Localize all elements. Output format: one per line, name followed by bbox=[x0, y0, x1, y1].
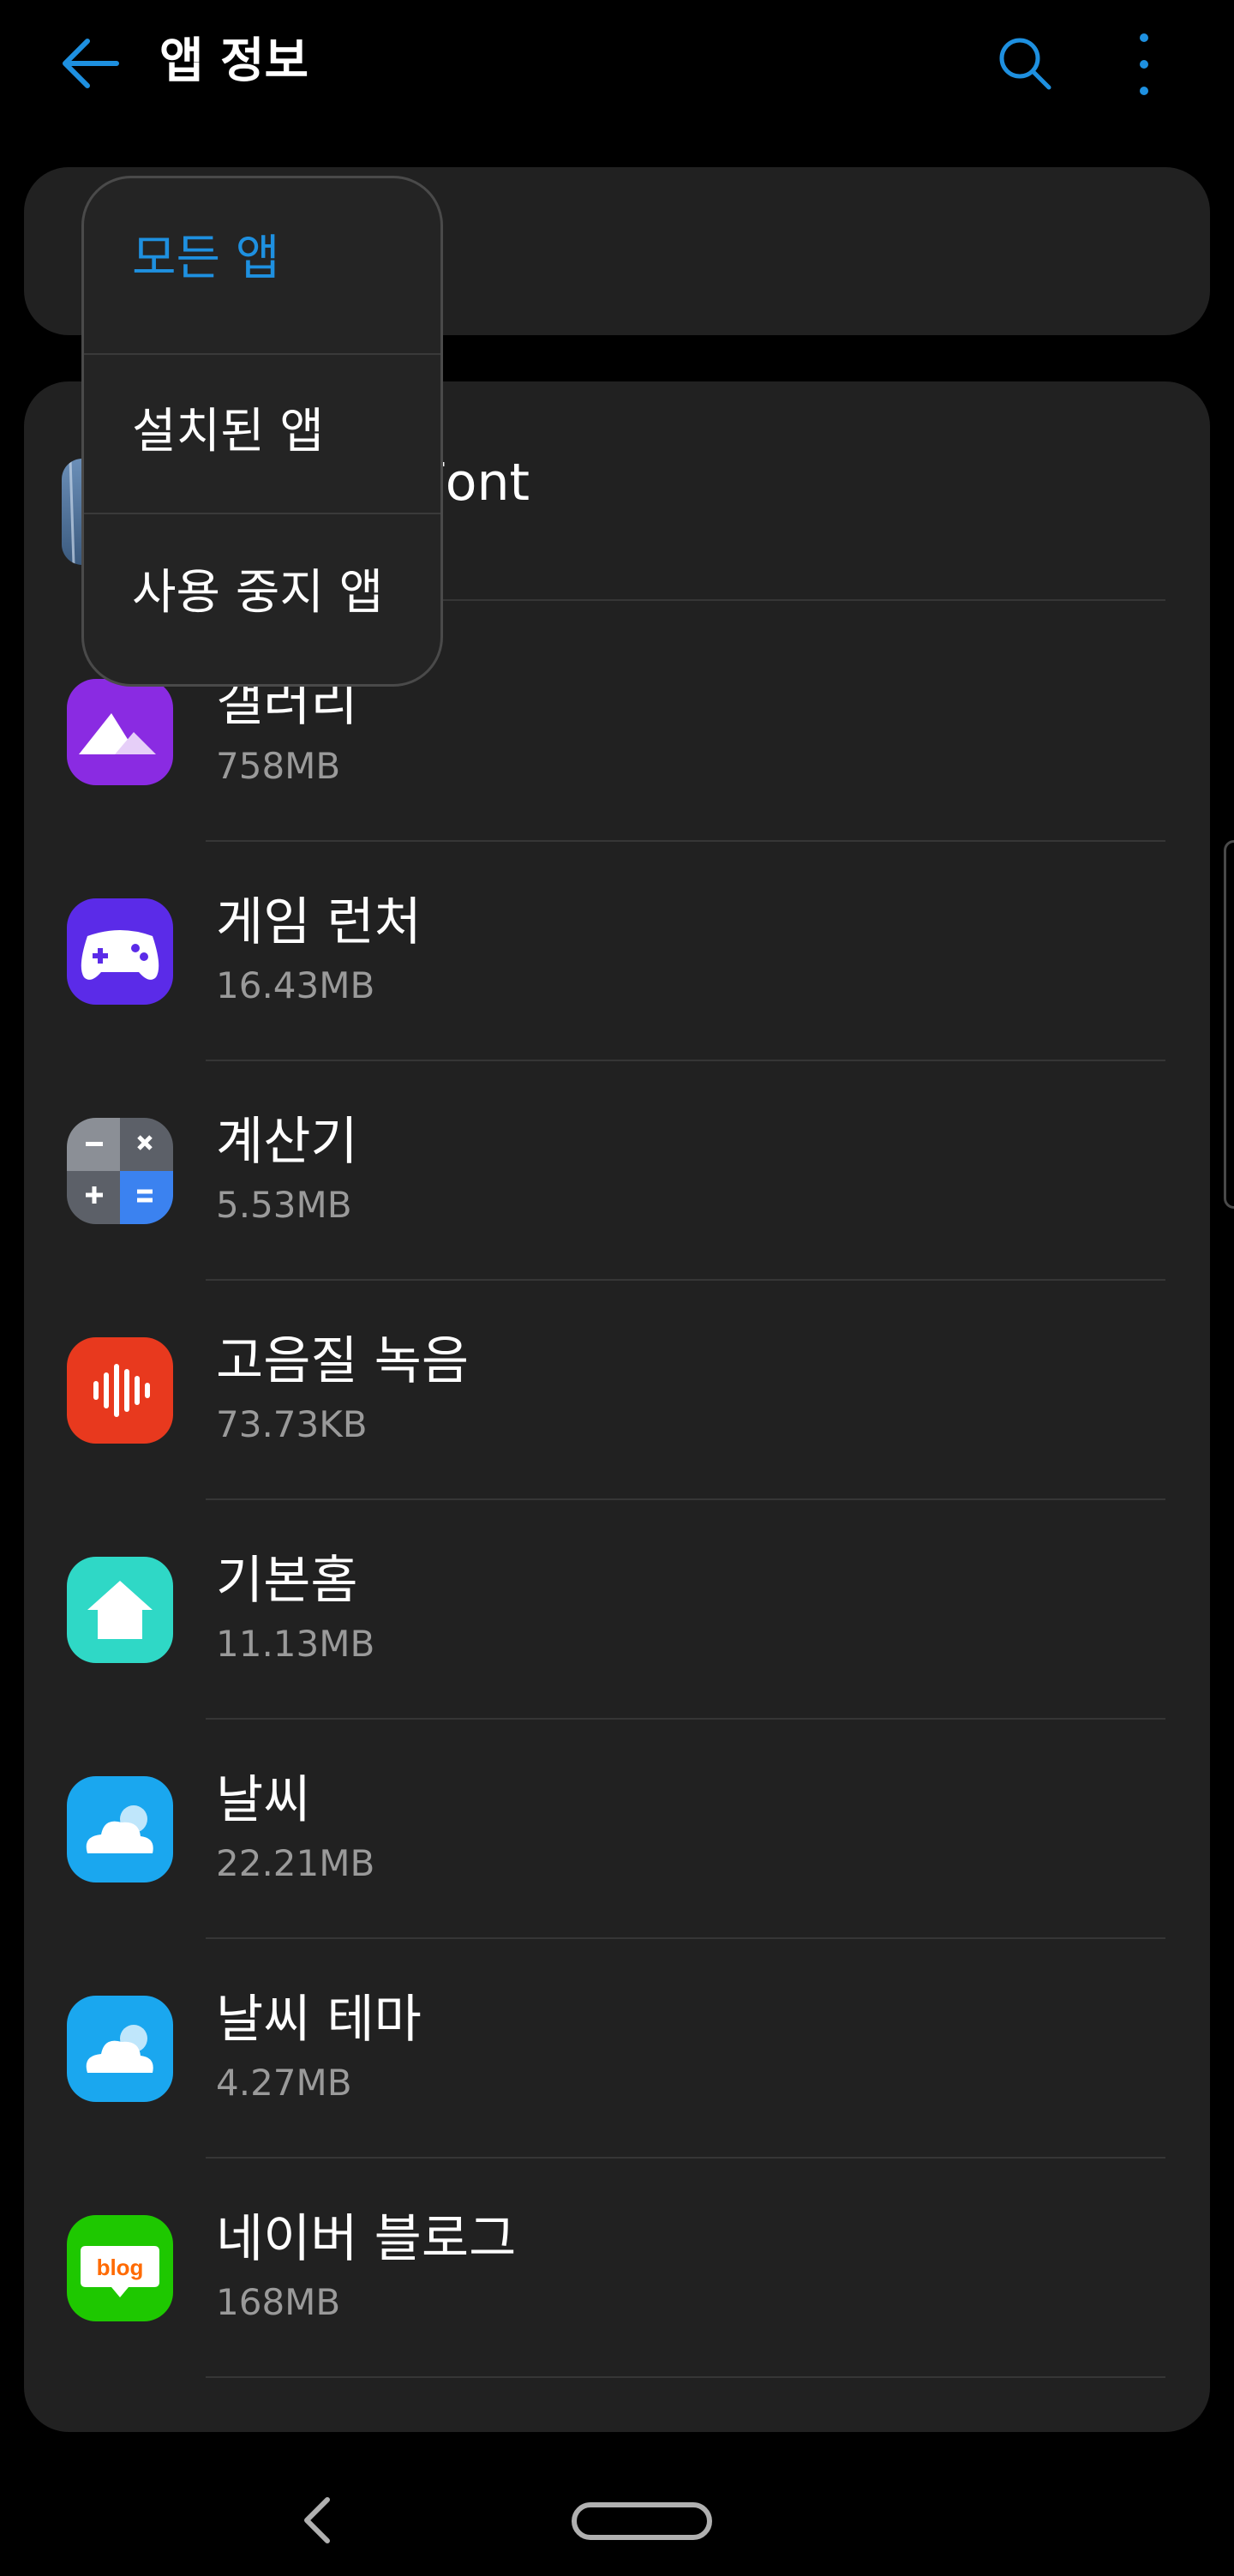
app-name: 네이버 블로그 bbox=[216, 2209, 517, 2269]
app-size: 5.53MB bbox=[216, 1184, 352, 1226]
more-options-icon[interactable] bbox=[1123, 29, 1165, 99]
app-size: 4.27MB bbox=[216, 2062, 352, 2104]
game-launcher-icon bbox=[67, 898, 173, 1005]
list-item[interactable]: 기본홈 11.13MB bbox=[24, 1500, 1210, 1720]
menu-item-all-apps[interactable]: 모든 앱 bbox=[84, 178, 440, 339]
app-size: 22.21MB bbox=[216, 1842, 375, 1884]
app-size: 758MB bbox=[216, 745, 341, 787]
filter-dropdown-menu: 모든 앱 설치된 앱 사용 중지 앱 bbox=[81, 176, 443, 687]
nav-back-icon[interactable] bbox=[283, 2486, 351, 2555]
nav-home-icon[interactable] bbox=[571, 2496, 713, 2546]
menu-item-installed-apps[interactable]: 설치된 앱 bbox=[84, 355, 440, 516]
menu-item-label: 설치된 앱 bbox=[132, 404, 324, 459]
edge-panel-handle[interactable] bbox=[1224, 840, 1234, 1209]
search-icon[interactable] bbox=[994, 33, 1056, 94]
app-bar: 앱 정보 bbox=[0, 0, 1234, 129]
app-name: 게임 런처 bbox=[216, 892, 422, 952]
page-title: 앱 정보 bbox=[159, 33, 309, 89]
list-item[interactable]: blog 네이버 블로그 168MB bbox=[24, 2159, 1210, 2378]
weather-theme-icon bbox=[67, 1996, 173, 2102]
app-size: 16.43MB bbox=[216, 964, 375, 1006]
app-name: 고음질 녹음 bbox=[216, 1331, 470, 1391]
weather-icon bbox=[67, 1776, 173, 1882]
gallery-icon bbox=[67, 679, 173, 785]
list-item[interactable]: 게임 런처 16.43MB bbox=[24, 842, 1210, 1061]
navigation-bar bbox=[0, 2452, 1234, 2576]
calculator-icon bbox=[67, 1118, 173, 1224]
menu-item-label: 사용 중지 앱 bbox=[132, 565, 384, 621]
app-size: 11.13MB bbox=[216, 1623, 375, 1665]
app-list: 는날 FlipFont 갤러리 758MB 게임 런처 16. bbox=[24, 381, 1210, 2432]
back-arrow-icon[interactable] bbox=[55, 31, 127, 96]
app-size: 73.73KB bbox=[216, 1403, 368, 1445]
svg-text:blog: blog bbox=[97, 2255, 144, 2280]
home-icon bbox=[67, 1557, 173, 1663]
app-size: 168MB bbox=[216, 2281, 341, 2323]
menu-item-label: 모든 앱 bbox=[132, 231, 280, 286]
list-item[interactable]: 고음질 녹음 73.73KB bbox=[24, 1281, 1210, 1500]
menu-item-disabled-apps[interactable]: 사용 중지 앱 bbox=[84, 514, 440, 676]
app-name: 기본홈 bbox=[216, 1551, 358, 1611]
app-name: 날씨 테마 bbox=[216, 1990, 422, 2050]
voice-recorder-icon bbox=[67, 1337, 173, 1444]
list-item[interactable]: 날씨 테마 4.27MB bbox=[24, 1939, 1210, 2159]
app-name: 날씨 bbox=[216, 1770, 311, 1830]
divider bbox=[206, 2376, 1165, 2378]
naver-blog-icon: blog bbox=[67, 2215, 173, 2321]
list-item[interactable]: 계산기 5.53MB bbox=[24, 1061, 1210, 1281]
app-name: 계산기 bbox=[216, 1112, 358, 1172]
list-item[interactable]: 날씨 22.21MB bbox=[24, 1720, 1210, 1939]
